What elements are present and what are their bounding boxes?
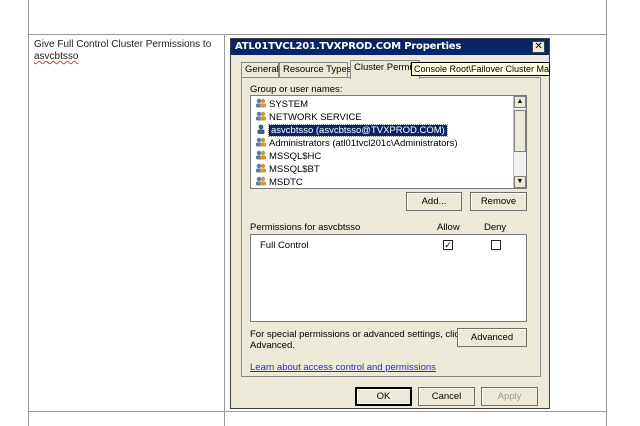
list-item[interactable]: Administrators (atl01tvcl201c\Administra… <box>255 137 457 150</box>
document-cell-text: Give Full Control Cluster Permissions to… <box>34 39 220 63</box>
table-border-middle <box>224 34 225 426</box>
allow-header: Allow <box>437 222 460 233</box>
list-item[interactable]: MSDTC <box>255 176 303 188</box>
list-item[interactable]: NETWORK SERVICE <box>255 111 362 124</box>
close-button[interactable]: ✕ <box>532 41 545 53</box>
group-icon <box>256 137 266 147</box>
user-name: NETWORK SERVICE <box>269 112 362 123</box>
user-list[interactable]: SYSTEM NETWORK SERVICE asvcbtsso (asvcbt… <box>250 95 527 189</box>
add-button[interactable]: Add... <box>406 192 462 211</box>
group-label: Group or user names: <box>250 84 343 95</box>
learn-more-link[interactable]: Learn about access control and permissio… <box>250 362 436 373</box>
tab-general[interactable]: General <box>241 62 279 78</box>
path-tooltip: Console Root\Failover Cluster Mana <box>411 62 550 76</box>
scroll-thumb[interactable] <box>514 110 526 152</box>
advanced-button[interactable]: Advanced <box>457 328 527 347</box>
group-icon <box>256 111 266 121</box>
cancel-button[interactable]: Cancel <box>418 387 475 406</box>
permission-name: Full Control <box>260 240 309 251</box>
dialog-titlebar: ATL01TVCL201.TVXPROD.COM Properties ✕ <box>231 39 549 55</box>
table-border-left <box>28 0 29 426</box>
table-border-top <box>28 34 607 35</box>
list-item-selected[interactable]: asvcbtsso (asvcbtsso@TVXPROD.COM) <box>255 124 448 137</box>
permissions-list: Full Control ✓ <box>250 234 527 322</box>
user-name: asvcbtsso (asvcbtsso@TVXPROD.COM) <box>268 124 448 137</box>
dialog-title: ATL01TVCL201.TVXPROD.COM Properties <box>235 41 462 52</box>
user-name: MSSQL$BT <box>269 164 320 175</box>
user-name: MSDTC <box>269 177 303 188</box>
table-border-bottom <box>28 411 607 412</box>
user-list-scrollbar[interactable]: ▲ ▼ <box>513 96 526 188</box>
special-permissions-text-2: Advanced. <box>250 340 295 351</box>
list-item[interactable]: MSSQL$HC <box>255 150 321 163</box>
ok-button[interactable]: OK <box>355 387 412 406</box>
group-icon <box>256 176 266 186</box>
user-name: SYSTEM <box>269 99 309 110</box>
user-name: MSSQL$HC <box>269 151 322 162</box>
special-permissions-text: For special permissions or advanced sett… <box>250 329 464 340</box>
group-icon <box>256 150 266 160</box>
apply-button[interactable]: Apply <box>481 387 538 406</box>
scroll-down-icon[interactable]: ▼ <box>514 176 526 188</box>
group-icon <box>256 163 266 173</box>
list-item[interactable]: MSSQL$BT <box>255 163 320 176</box>
table-border-right <box>606 0 607 426</box>
remove-button[interactable]: Remove <box>470 192 527 211</box>
instruction-text: Give Full Control Cluster Permissions to <box>34 39 212 50</box>
deny-header: Deny <box>484 222 507 233</box>
tab-cluster-permissions[interactable]: Cluster Permissi <box>350 60 420 79</box>
user-icon <box>257 124 265 134</box>
user-name: Administrators (atl01tvcl201c\Administra… <box>269 138 458 149</box>
allow-checkbox[interactable]: ✓ <box>443 240 453 250</box>
list-item[interactable]: SYSTEM <box>255 98 308 111</box>
deny-checkbox[interactable] <box>491 240 501 250</box>
account-name-text: asvcbtsso <box>34 51 79 62</box>
tab-resource-types[interactable]: Resource Types <box>279 62 351 78</box>
group-icon <box>256 98 266 108</box>
permissions-label: Permissions for asvcbtsso <box>250 222 361 233</box>
scroll-up-icon[interactable]: ▲ <box>514 96 526 108</box>
